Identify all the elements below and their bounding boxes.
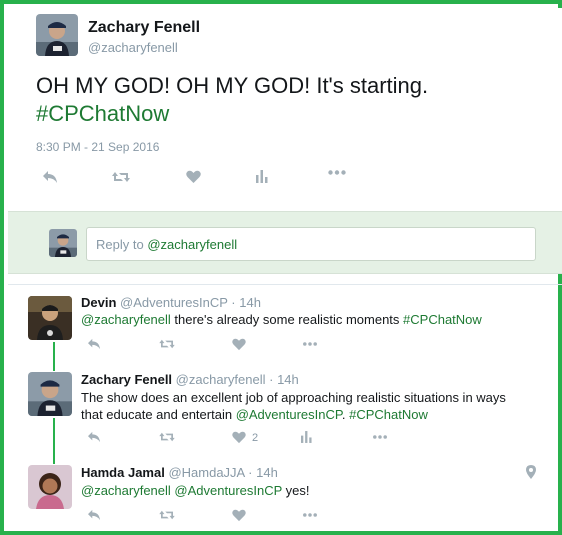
meta-separator: · <box>248 465 253 480</box>
thread-connector <box>53 418 55 464</box>
like-button[interactable] <box>186 170 201 184</box>
reply-text: @zacharyfenell there's already some real… <box>81 311 521 328</box>
reply-author-name[interactable]: Zachary Fenell <box>81 372 172 387</box>
reply-avatar[interactable] <box>28 296 72 340</box>
mention-link[interactable]: @zacharyfenell <box>81 312 171 327</box>
reply-time[interactable]: 14h <box>256 465 278 480</box>
reply-text: @zacharyfenell @AdventuresInCP yes! <box>81 482 521 499</box>
thread-connector <box>53 342 55 371</box>
reply-button[interactable] <box>87 338 101 350</box>
reply-text-body: yes! <box>282 483 310 498</box>
reply-header: Devin @AdventuresInCP · 14h <box>81 295 261 310</box>
reply-author-name[interactable]: Devin <box>81 295 116 310</box>
retweet-icon <box>159 432 175 442</box>
tweet-hashtag-link[interactable]: #CPChatNow <box>36 101 169 126</box>
meta-separator: · <box>231 295 236 310</box>
reply-composer: Reply to @zacharyfenell <box>8 211 562 274</box>
current-user-avatar <box>49 229 77 257</box>
location-pin-icon[interactable] <box>526 465 536 484</box>
retweet-button[interactable] <box>159 509 175 521</box>
reply-icon <box>88 431 100 443</box>
heart-icon <box>232 338 246 351</box>
reply-icon <box>43 171 57 183</box>
analytics-button[interactable] <box>301 431 312 443</box>
like-button[interactable]: 2 <box>232 431 258 444</box>
more-button[interactable] <box>372 435 388 439</box>
more-icon <box>303 342 317 346</box>
like-button[interactable] <box>232 509 246 522</box>
meta-separator: · <box>269 372 274 387</box>
reply-time[interactable]: 14h <box>239 295 261 310</box>
retweet-icon <box>112 172 130 182</box>
mention-link[interactable]: @AdventuresInCP <box>236 407 342 422</box>
reply-thread <box>8 284 562 285</box>
reply-author-handle[interactable]: @AdventuresInCP <box>120 295 228 310</box>
reply-avatar[interactable] <box>28 465 72 509</box>
hashtag-link[interactable]: #CPChatNow <box>403 312 482 327</box>
mention-link[interactable]: @AdventuresInCP <box>174 483 282 498</box>
main-tweet: Zachary Fenell @zacharyfenell OH MY GOD!… <box>8 8 562 211</box>
hashtag-link[interactable]: #CPChatNow <box>349 407 428 422</box>
author-handle[interactable]: @zacharyfenell <box>88 40 178 55</box>
retweet-button[interactable] <box>159 431 175 443</box>
reply-icon <box>88 509 100 521</box>
reply-time[interactable]: 14h <box>277 372 299 387</box>
reply-avatar[interactable] <box>28 372 72 416</box>
like-count: 2 <box>252 431 259 444</box>
reply-text-body: there's already some realistic moments <box>170 312 404 327</box>
more-icon <box>303 513 317 517</box>
reply-button[interactable] <box>87 431 101 443</box>
tweet-card-frame: Zachary Fenell @zacharyfenell OH MY GOD!… <box>0 0 562 535</box>
retweet-icon <box>159 339 175 349</box>
mention-link[interactable]: @zacharyfenell <box>81 483 171 498</box>
author-name[interactable]: Zachary Fenell <box>88 19 200 37</box>
reply-prompt: Reply to <box>96 237 148 252</box>
author-avatar[interactable] <box>36 14 78 56</box>
reply-header: Zachary Fenell @zacharyfenell · 14h <box>81 372 299 387</box>
retweet-button[interactable] <box>159 338 175 350</box>
reply-author-name[interactable]: Hamda Jamal <box>81 465 165 480</box>
more-button[interactable] <box>328 170 346 175</box>
reply-button[interactable] <box>42 170 58 184</box>
more-icon <box>328 170 346 175</box>
more-button[interactable] <box>302 513 318 517</box>
retweet-icon <box>159 510 175 520</box>
analytics-button[interactable] <box>256 170 268 183</box>
reply-author-handle[interactable]: @zacharyfenell <box>176 372 266 387</box>
reply-mention: @zacharyfenell <box>147 237 238 252</box>
heart-icon <box>186 170 201 183</box>
heart-icon <box>232 431 246 444</box>
tweet-text-body: OH MY GOD! OH MY GOD! It's starting. <box>36 73 429 98</box>
reply-input[interactable]: Reply to @zacharyfenell <box>86 227 536 261</box>
heart-icon <box>232 509 246 522</box>
more-button[interactable] <box>302 342 318 346</box>
reply-header: Hamda Jamal @HamdaJJA · 14h <box>81 465 278 480</box>
reply-button[interactable] <box>87 509 101 521</box>
reply-icon <box>88 338 100 350</box>
tweet-timestamp[interactable]: 8:30 PM - 21 Sep 2016 <box>36 140 159 154</box>
retweet-button[interactable] <box>112 170 130 184</box>
like-button[interactable] <box>232 338 246 351</box>
reply-text: The show does an excellent job of approa… <box>81 389 521 423</box>
reply-author-handle[interactable]: @HamdaJJA <box>168 465 244 480</box>
analytics-icon <box>301 431 312 443</box>
tweet-text: OH MY GOD! OH MY GOD! It's starting. #CP… <box>36 72 536 128</box>
more-icon <box>373 435 387 439</box>
analytics-icon <box>256 170 268 183</box>
